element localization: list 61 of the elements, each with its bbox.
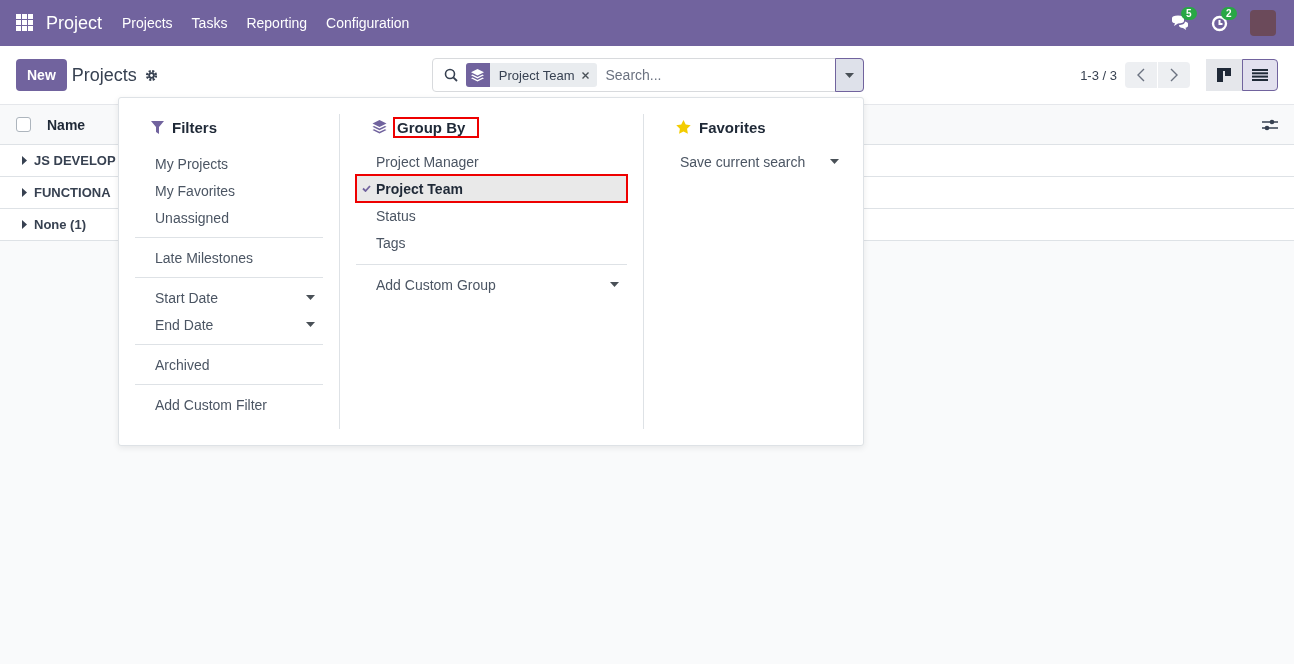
pager-value[interactable]: 1-3 / 3 bbox=[1080, 67, 1117, 83]
group-name: None (1) bbox=[34, 217, 86, 232]
check-icon bbox=[362, 185, 371, 192]
filter-option[interactable]: Archived bbox=[135, 351, 323, 378]
new-button[interactable]: New bbox=[16, 59, 67, 91]
menu-item[interactable]: Projects bbox=[122, 15, 173, 31]
menu-item[interactable]: Configuration bbox=[326, 15, 410, 31]
chevron-left-icon bbox=[1137, 68, 1145, 82]
caret-icon bbox=[844, 72, 854, 78]
kanban-view-button[interactable] bbox=[1206, 59, 1242, 91]
column-header[interactable]: Name bbox=[47, 116, 86, 133]
chevron-right-icon bbox=[1170, 68, 1178, 82]
app-grid-icon[interactable] bbox=[16, 14, 34, 32]
list-view-button[interactable] bbox=[1242, 59, 1278, 91]
expand-triangle-icon bbox=[22, 220, 27, 229]
filter-option[interactable]: Late Milestones bbox=[135, 244, 323, 271]
filter-option[interactable]: My Favorites bbox=[135, 177, 323, 204]
group-by-option[interactable]: Tags bbox=[356, 229, 627, 256]
search-field[interactable]: Project Team Search... bbox=[431, 58, 864, 92]
activity-count-badge: 2 bbox=[1221, 6, 1237, 20]
add-custom-group-option[interactable]: Add Custom Group bbox=[356, 271, 627, 298]
group-by-option[interactable]: Status bbox=[356, 202, 627, 229]
filter-option[interactable]: Unassigned bbox=[135, 204, 323, 231]
star-icon bbox=[676, 120, 691, 134]
section-title: Favorites bbox=[699, 118, 766, 136]
layers-icon bbox=[471, 68, 485, 82]
menu-item[interactable]: Reporting bbox=[246, 15, 308, 31]
filter-option[interactable]: My Projects bbox=[135, 150, 323, 177]
caret-icon bbox=[610, 282, 619, 287]
kanban-icon bbox=[1217, 68, 1231, 82]
menu-item[interactable]: Tasks bbox=[191, 15, 228, 31]
caret-icon bbox=[306, 295, 315, 300]
save-search-option[interactable]: Save current search bbox=[660, 148, 847, 175]
search-icon bbox=[443, 68, 458, 82]
group-name: FUNCTIONA bbox=[34, 185, 111, 200]
funnel-icon bbox=[151, 120, 164, 134]
chat-icon[interactable] bbox=[1171, 15, 1189, 31]
expand-triangle-icon bbox=[22, 156, 27, 165]
list-icon bbox=[1252, 69, 1268, 81]
section-title: Filters bbox=[172, 118, 217, 136]
facet-label: Project Team bbox=[498, 67, 575, 83]
section-title: Group By bbox=[395, 118, 478, 136]
close-icon[interactable] bbox=[582, 71, 590, 79]
filter-option[interactable]: End Date bbox=[135, 311, 323, 338]
gear-icon[interactable] bbox=[144, 68, 158, 82]
clock-icon[interactable] bbox=[1211, 14, 1228, 32]
filter-option[interactable]: Start Date bbox=[135, 284, 323, 311]
message-count-badge: 5 bbox=[1181, 7, 1197, 20]
group-by-option[interactable]: Project Manager bbox=[356, 148, 627, 175]
group-by-option[interactable]: Project Team bbox=[356, 175, 627, 202]
page-title: Projects bbox=[71, 64, 137, 86]
caret-icon bbox=[830, 159, 839, 164]
app-name[interactable]: Project bbox=[46, 12, 103, 34]
filter-option[interactable]: Add Custom Filter bbox=[135, 391, 323, 418]
layers-icon bbox=[372, 120, 387, 134]
select-all-checkbox[interactable] bbox=[16, 117, 31, 132]
sliders-icon[interactable] bbox=[1262, 117, 1278, 132]
caret-icon bbox=[306, 322, 315, 327]
expand-triangle-icon bbox=[22, 188, 27, 197]
group-name: JS DEVELOP bbox=[34, 153, 116, 168]
search-options-toggle[interactable] bbox=[834, 58, 864, 92]
